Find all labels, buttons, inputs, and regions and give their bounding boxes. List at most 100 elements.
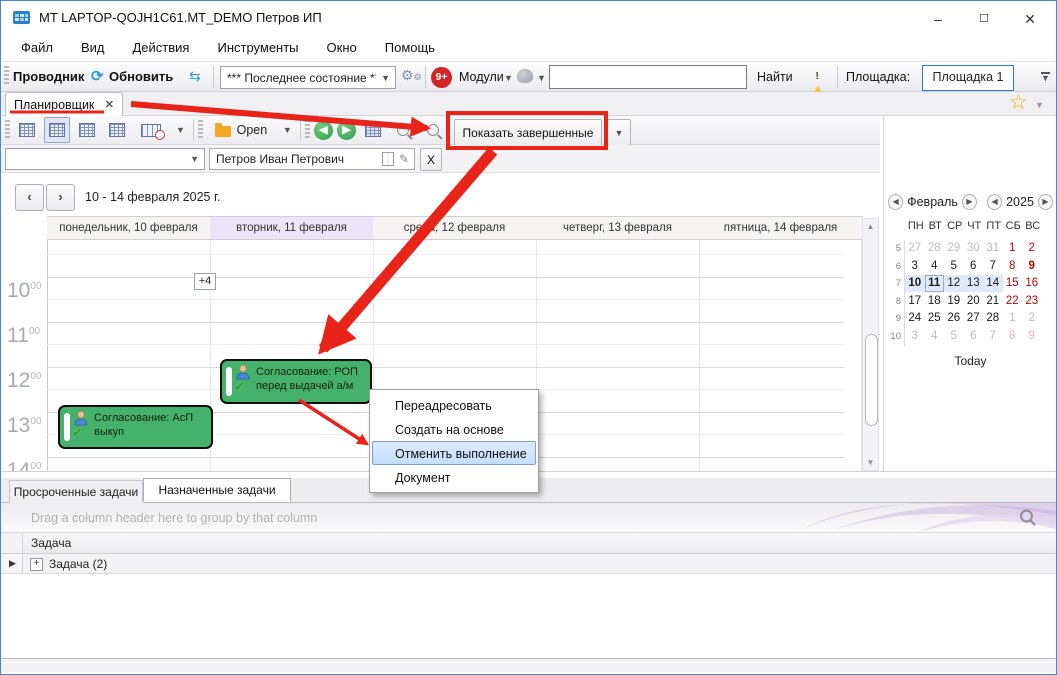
chevron-down-icon[interactable]: ▼ [1035,100,1044,110]
gear-icon[interactable]: ⚙⚙ [401,67,422,84]
day-header-tuesday[interactable]: вторник, 11 февраля [210,216,374,240]
mini-calendar-day[interactable]: 20 [964,293,984,310]
mini-calendar-day[interactable]: 19 [944,293,964,310]
mini-calendar-day[interactable]: 29 [944,240,964,257]
find-button[interactable]: Найти [757,70,793,84]
mini-calendar-day[interactable]: 12 [944,275,964,292]
day-header-wednesday[interactable]: среда, 12 февраля [373,216,537,240]
tab-planner[interactable]: Планировщик ✕ [5,92,123,116]
mini-calendar-day[interactable]: 21 [983,293,1003,310]
notification-badge[interactable]: 9+ [431,67,452,88]
day-header-friday[interactable]: пятница, 14 февраля [699,216,863,240]
context-menu-item-cancel-execution[interactable]: Отменить выполнение [372,441,536,465]
tasks-grid-header[interactable]: Задача [1,533,1056,554]
context-menu-item-create-based-on[interactable]: Создать на основе [372,417,536,441]
menu-window[interactable]: Окно [313,40,371,55]
mini-calendar-day[interactable]: 28 [983,310,1003,327]
menu-file[interactable]: Файл [7,40,67,55]
context-menu-item-forward[interactable]: Переадресовать [372,393,536,417]
zoom-in-button[interactable] [390,117,416,143]
mini-calendar-day[interactable]: 8 [1003,328,1023,345]
toolbar-overflow-button[interactable]: ▼ [1041,72,1050,82]
chevron-down-icon[interactable]: ▼ [185,154,204,164]
mini-calendar-day[interactable]: 31 [983,240,1003,257]
open-button[interactable]: Open [207,117,275,143]
explorer-button[interactable]: Проводник [13,69,84,84]
today-link[interactable]: Today [884,354,1057,368]
view-workweek-button[interactable] [44,117,70,143]
mini-calendar-day[interactable]: 24 [905,310,925,327]
mini-calendar-day[interactable]: 10 [905,275,925,292]
close-button[interactable]: ✕ [1015,9,1045,29]
maximize-button[interactable]: ☐ [969,9,999,29]
prev-week-button[interactable]: ‹ [15,184,44,211]
mini-calendar-day[interactable]: 18 [925,293,945,310]
book-icon[interactable] [382,152,394,166]
mini-calendar-day[interactable]: 30 [964,240,984,257]
menu-view[interactable]: Вид [67,40,119,55]
refresh-button[interactable]: Обновить [109,69,173,84]
zoom-out-button[interactable] [420,117,446,143]
mini-calendar-day[interactable]: 6 [964,258,984,275]
menu-help[interactable]: Помощь [371,40,449,55]
edit-pencil-icon[interactable]: ✎ [399,152,409,166]
menu-actions[interactable]: Действия [119,40,204,55]
mini-calendar-day[interactable]: 16 [1022,275,1042,292]
mini-calendar-day[interactable]: 7 [983,258,1003,275]
menu-tools[interactable]: Инструменты [203,40,312,55]
swap-icon[interactable]: ⇆ [189,68,201,85]
tab-overdue-tasks[interactable]: Просроченные задачи [9,480,143,504]
show-completed-dropdown[interactable]: ▼ [607,119,631,146]
scrollbar-thumb[interactable] [865,334,878,426]
chevron-down-icon[interactable]: ▼ [504,73,513,83]
next-month-icon[interactable]: ▶ [962,194,977,210]
mini-calendar-day[interactable]: 2 [1022,310,1042,327]
mini-calendar-day[interactable]: 6 [964,328,984,345]
prev-year-icon[interactable]: ◀ [987,194,1002,210]
filter-combobox[interactable]: ▼ [5,148,205,170]
mini-calendar-day[interactable]: 27 [905,240,925,257]
view-month-button[interactable] [104,117,130,143]
mini-calendar-day[interactable]: 11 [925,275,945,292]
contacts-icon[interactable] [517,69,533,83]
mini-calendar-day[interactable]: 9 [1022,258,1042,275]
event-approval-rop[interactable]: ✔ Согласование: РОП перед выдачей а/м [220,359,372,404]
goto-date-button[interactable] [360,117,386,143]
group-by-panel[interactable]: Drag a column header here to group by th… [1,503,1056,533]
scroll-down-icon[interactable]: ▼ [865,458,876,467]
mini-calendar-day[interactable]: 3 [905,258,925,275]
view-day-button[interactable] [14,117,40,143]
next-period-button[interactable]: ▶ [337,121,356,140]
show-completed-button[interactable]: Показать завершенные [454,119,602,146]
minimize-button[interactable]: – [923,9,953,29]
mini-calendar-day[interactable]: 5 [944,258,964,275]
next-week-button[interactable]: › [46,184,75,211]
toolbar-grip[interactable] [4,66,9,86]
modules-button[interactable]: Модули [459,70,504,84]
mini-calendar-day[interactable]: 5 [944,328,964,345]
mini-calendar-day[interactable]: 1 [1003,240,1023,257]
person-field[interactable]: Петров Иван Петрович ✎ [209,148,415,170]
prev-period-button[interactable]: ◀ [314,121,333,140]
day-header-monday[interactable]: понедельник, 10 февраля [47,216,211,240]
mini-calendar-day[interactable]: 2 [1022,240,1042,257]
mini-calendar-day[interactable]: 15 [1003,275,1023,292]
search-input[interactable] [549,65,747,89]
day-header-thursday[interactable]: четверг, 13 февраля [536,216,700,240]
mini-calendar-day[interactable]: 17 [905,293,925,310]
expand-plus-icon[interactable]: + [30,558,43,571]
context-menu-item-document[interactable]: Документ [372,465,536,489]
site-value-box[interactable]: Площадка 1 [922,65,1014,91]
mini-calendar-day[interactable]: 7 [983,328,1003,345]
mini-calendar-day[interactable]: 3 [905,328,925,345]
clear-person-button[interactable]: X [420,148,442,171]
tab-close-icon[interactable]: ✕ [105,98,114,111]
mini-calendar-day[interactable]: 4 [925,328,945,345]
more-events-badge[interactable]: +4 [194,273,216,290]
mini-calendar-day[interactable]: 27 [964,310,984,327]
tab-assigned-tasks[interactable]: Назначенные задачи [143,478,291,502]
chevron-down-icon[interactable]: ▼ [283,125,292,135]
mini-calendar-day[interactable]: 25 [925,310,945,327]
mini-calendar-day[interactable]: 9 [1022,328,1042,345]
toolbar-grip[interactable] [305,120,310,140]
